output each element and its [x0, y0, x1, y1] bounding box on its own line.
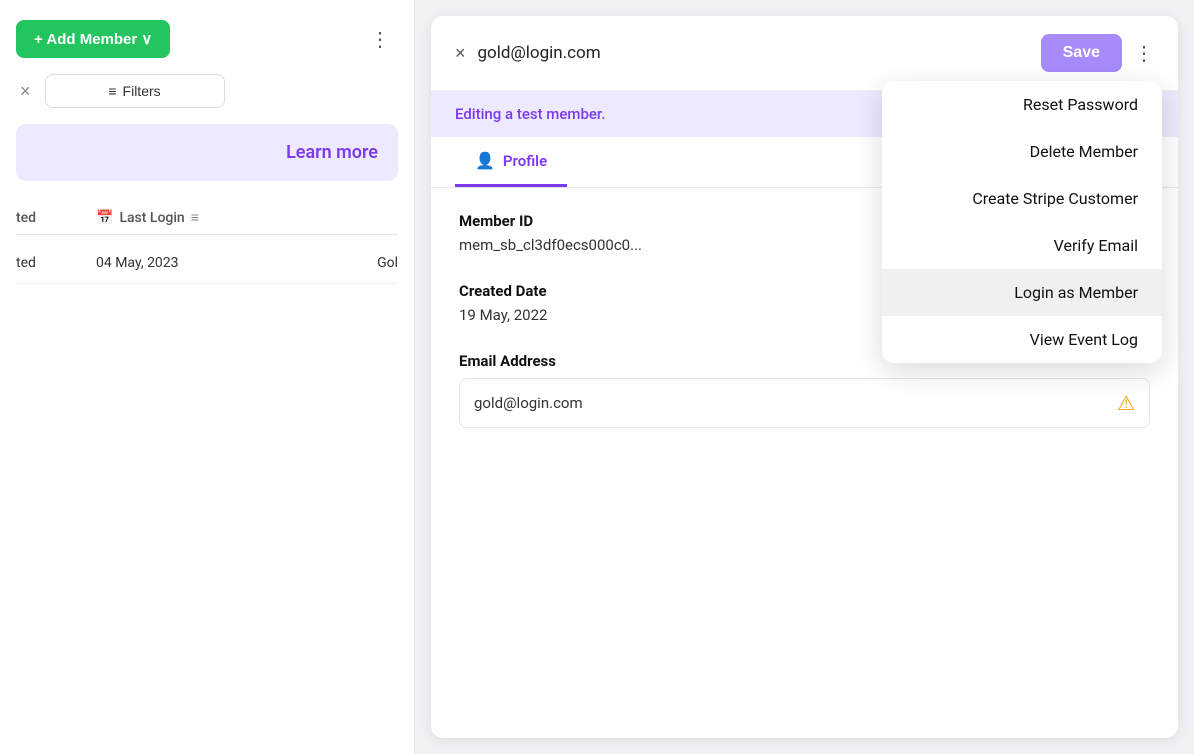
filters-label: Filters — [123, 83, 161, 99]
tab-profile-label: Profile — [503, 152, 547, 170]
column-header-last-login: 📅 Last Login ≡ — [96, 209, 398, 226]
view-event-log-item[interactable]: View Event Log — [882, 316, 1162, 363]
clear-filter-button[interactable]: × — [16, 77, 35, 106]
delete-member-item[interactable]: Delete Member — [882, 128, 1162, 175]
email-address-section: Email Address gold@login.com ⚠ — [459, 352, 1150, 428]
email-address-input[interactable]: gold@login.com ⚠ — [459, 378, 1150, 428]
close-button[interactable]: × — [455, 43, 466, 64]
filters-button[interactable]: ≡ Filters — [45, 74, 225, 108]
left-panel: + Add Member ∨ ⋮ × ≡ Filters Learn more … — [0, 0, 415, 754]
column-header-ted: ted — [16, 210, 96, 226]
filter-row: × ≡ Filters — [16, 74, 398, 108]
header-row: + Add Member ∨ ⋮ — [16, 20, 398, 58]
more-menu-button[interactable]: ⋮ — [1134, 41, 1154, 66]
more-options-icon[interactable]: ⋮ — [362, 23, 398, 56]
profile-icon: 👤 — [475, 151, 495, 170]
filters-icon: ≡ — [108, 83, 116, 99]
right-panel: × gold@login.com Save ⋮ Editing a test m… — [431, 16, 1178, 738]
add-member-button[interactable]: + Add Member ∨ — [16, 20, 170, 58]
editing-text: Editing a test member. — [455, 105, 605, 123]
learn-more-link[interactable]: Learn more — [286, 142, 378, 163]
table-header: ted 📅 Last Login ≡ — [16, 201, 398, 235]
login-as-member-item[interactable]: Login as Member — [882, 269, 1162, 316]
cell-gold: Gol — [377, 255, 398, 271]
email-address-value: gold@login.com — [474, 394, 583, 412]
save-button[interactable]: Save — [1041, 34, 1122, 72]
reset-password-item[interactable]: Reset Password — [882, 81, 1162, 128]
tab-profile[interactable]: 👤 Profile — [455, 137, 567, 187]
header-actions: Save ⋮ — [1041, 34, 1154, 72]
learn-more-banner: Learn more — [16, 124, 398, 181]
sort-icon[interactable]: ≡ — [191, 209, 199, 226]
verify-email-item[interactable]: Verify Email — [882, 222, 1162, 269]
cell-ted: ted — [16, 255, 96, 271]
calendar-icon: 📅 — [96, 210, 113, 226]
dropdown-menu: Reset Password Delete Member Create Stri… — [882, 81, 1162, 363]
create-stripe-item[interactable]: Create Stripe Customer — [882, 175, 1162, 222]
email-row: × gold@login.com — [455, 43, 601, 64]
panel-header: × gold@login.com Save ⋮ — [431, 16, 1178, 91]
table-row[interactable]: ted 04 May, 2023 Gol — [16, 243, 398, 284]
warning-icon: ⚠ — [1117, 391, 1135, 415]
cell-date: 04 May, 2023 — [96, 255, 377, 271]
last-login-label: Last Login — [119, 210, 184, 226]
member-email: gold@login.com — [478, 43, 601, 63]
